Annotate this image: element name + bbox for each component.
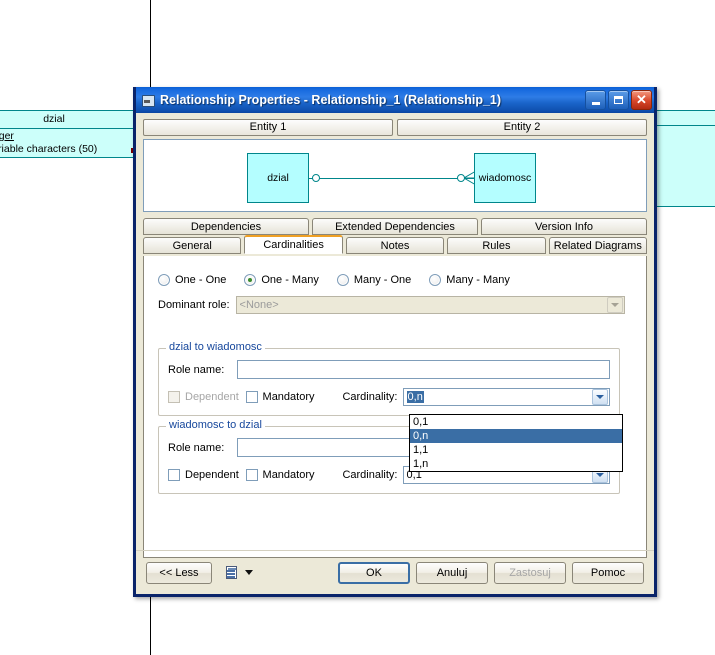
tab-row-1: Dependencies Extended Dependencies Versi… [143,218,647,235]
chevron-down-icon[interactable] [592,389,609,405]
cardinality-select-1[interactable]: 0,n [402,388,611,406]
radio-icon [336,274,349,286]
tab-row-2: General Cardinalities Notes Rules Relate… [143,235,648,256]
tab-notes[interactable]: Notes [345,237,445,254]
preview-entity-2[interactable]: wiadomosc [474,153,536,203]
radio-label: One - One [175,274,227,286]
relationship-preview[interactable]: dzial wiadomosc [143,139,647,212]
dropdown-option[interactable]: 0,1 [410,415,622,429]
role-name-input[interactable] [237,360,610,379]
role-name-label: Role name: [168,363,225,376]
cardinalities-panel: One - One One - Many Many - One Many - M… [143,256,647,558]
tab-extended-dependencies[interactable]: Extended Dependencies [312,218,478,235]
radio-one-one[interactable]: One - One [158,274,226,286]
tab-rules[interactable]: Rules [447,237,546,254]
close-button[interactable]: ✕ [631,90,652,110]
role-name-label: Role name: [168,441,225,454]
checkbox-icon [245,391,258,403]
radio-many-one[interactable]: Many - One [336,274,412,286]
help-button[interactable]: Pomoc [572,561,644,584]
background-entity-title: dzial [0,111,147,129]
attribute-type: Integer [0,130,14,142]
close-icon: ✕ [636,92,647,107]
entity1-button[interactable]: Entity 1 [143,119,393,136]
cancel-button[interactable]: Anuluj [416,561,488,584]
group-title: dzial to wiadomosc [166,341,265,353]
maximize-button[interactable] [608,90,629,110]
mandatory-checkbox-2[interactable]: Mandatory [245,469,343,481]
minimize-button[interactable] [585,90,606,110]
tab-general[interactable]: General [143,237,242,254]
apply-button: Zastosuj [494,561,566,584]
dominant-role-label: Dominant role: [158,299,230,311]
dominant-role-select[interactable]: <None> [235,296,625,314]
checkbox-label: Dependent [185,469,239,481]
entity-tabs: Entity 1 Entity 2 [143,119,647,136]
cardinality-dropdown-list[interactable]: 0,1 0,n 1,1 1,n [409,414,623,472]
minimize-icon [591,102,600,105]
checkbox-label: Mandatory [262,391,315,403]
background-entity-dzial[interactable]: dzial pi> Integer Variable characters (5… [0,110,148,158]
tab-related-diagrams[interactable]: Related Diagrams [548,237,648,254]
radio-many-many[interactable]: Many - Many [429,274,510,286]
optional-marker-left [312,174,320,182]
radio-icon [158,274,170,286]
dialog-title: Relationship Properties - Relationship_1… [160,93,502,107]
dropdown-option[interactable]: 1,1 [410,443,622,457]
radio-label: Many - Many [446,274,510,286]
window-icon [140,92,156,108]
title-bar[interactable]: Relationship Properties - Relationship_1… [136,87,654,113]
checkbox-label: Dependent [185,391,239,403]
dropdown-option[interactable]: 1,n [410,457,622,471]
relationship-properties-dialog[interactable]: Relationship Properties - Relationship_1… [133,87,657,597]
dominant-role-value: <None> [239,299,279,311]
cardinality-label-2: Cardinality: [342,469,398,481]
background-entity-attributes: pi> Integer Variable characters (50) [0,129,147,157]
preview-entity-1[interactable]: dzial [247,153,309,203]
cardinality-label-1: Cardinality: [342,391,398,403]
tab-dependencies[interactable]: Dependencies [143,218,309,235]
flags-row: Dependent Mandatory Cardinality: 0,n [158,388,620,406]
report-icon[interactable] [224,565,240,581]
chevron-down-icon[interactable] [606,297,623,313]
report-dropdown-icon[interactable] [245,570,253,575]
group-dzial-to-wiadomosc: dzial to wiadomosc Role name: Dependent … [158,341,620,416]
entity2-button[interactable]: Entity 2 [397,119,647,136]
checkbox-icon [168,391,180,403]
radio-label: Many - One [353,274,412,286]
checkbox-icon [245,469,258,481]
ok-button[interactable]: OK [338,561,410,584]
radio-icon [429,274,442,286]
maximize-icon [614,96,623,104]
tab-cardinalities[interactable]: Cardinalities [244,235,343,254]
attribute-type: Variable characters (50) [0,143,98,155]
checkbox-icon [168,469,180,481]
radio-icon-selected [244,274,257,286]
dominant-role-row: Dominant role: <None> [144,286,646,314]
dialog-footer: << Less OK Anuluj Zastosuj Pomoc [136,550,654,594]
less-button[interactable]: << Less [146,561,212,584]
cardinality-value-1: 0,n [406,391,424,403]
role-name-row: Role name: [158,360,620,379]
dialog-body: Entity 1 Entity 2 dzial wiadomosc Depend… [136,113,654,594]
tab-version-info[interactable]: Version Info [481,218,647,235]
group-title: wiadomosc to dzial [166,419,265,431]
dependent-checkbox-1: Dependent [168,391,246,403]
radio-label: One - Many [261,274,319,286]
window-buttons: ✕ [585,90,652,110]
checkbox-label: Mandatory [262,469,315,481]
mandatory-checkbox-1[interactable]: Mandatory [245,391,343,403]
dropdown-option-selected[interactable]: 0,n [410,429,622,443]
cardinality-radio-group: One - One One - Many Many - One Many - M… [144,256,646,286]
table-row: pi> Integer [0,130,144,143]
radio-one-many[interactable]: One - Many [244,274,319,286]
dependent-checkbox-2[interactable]: Dependent [168,469,246,481]
relationship-line [309,178,474,179]
property-tabs: Dependencies Extended Dependencies Versi… [143,218,648,558]
table-row: Variable characters (50) [0,143,144,156]
